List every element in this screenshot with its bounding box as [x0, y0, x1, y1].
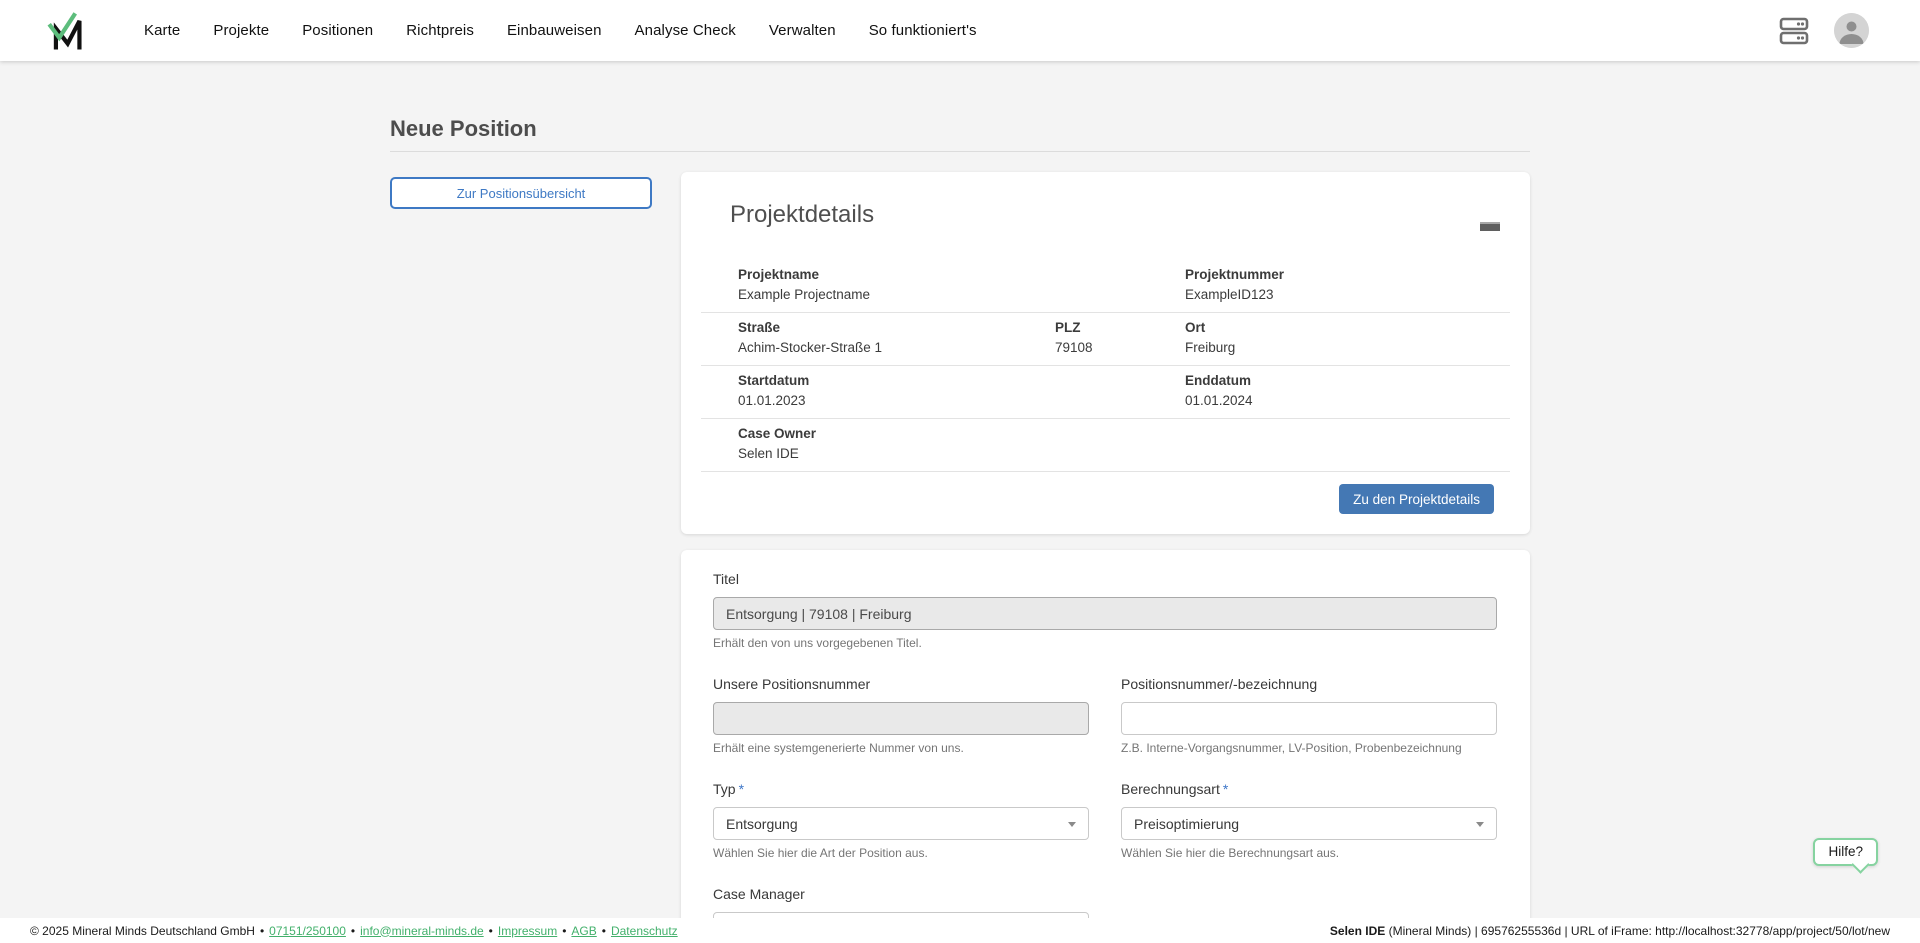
- user-avatar-icon[interactable]: [1834, 13, 1869, 48]
- footer-link-agb[interactable]: AGB: [571, 924, 596, 938]
- typ-helper: Wählen Sie hier die Art der Position aus…: [713, 846, 1089, 861]
- unsere-positionsnummer-helper: Erhält eine systemgenerierte Nummer von …: [713, 741, 1089, 756]
- startdatum-value: 01.01.2023: [738, 391, 1185, 410]
- berechnungsart-label: Berechnungsart*: [1121, 780, 1497, 798]
- footer-link-datenschutz[interactable]: Datenschutz: [611, 924, 678, 938]
- minus-collapse-icon[interactable]: [1480, 222, 1500, 231]
- project-card-title: Projektdetails: [730, 200, 1481, 230]
- required-asterisk: *: [1223, 781, 1228, 797]
- typ-label: Typ*: [713, 780, 1089, 798]
- table-row: Projektname Example Projectname Projektn…: [701, 260, 1510, 313]
- nav-item-einbauweisen[interactable]: Einbauweisen: [507, 22, 602, 39]
- typ-select[interactable]: Entsorgung: [713, 807, 1089, 840]
- chevron-down-icon: [1068, 822, 1076, 827]
- titel-label: Titel: [713, 570, 1497, 588]
- nav-item-karte[interactable]: Karte: [144, 22, 180, 39]
- footer-link-impressum[interactable]: Impressum: [498, 924, 557, 938]
- nav-item-analyse-check[interactable]: Analyse Check: [635, 22, 736, 39]
- page-title: Neue Position: [390, 116, 1530, 142]
- case-owner-label: Case Owner: [738, 424, 1185, 443]
- titel-input: [713, 597, 1497, 630]
- chevron-down-icon: [1476, 822, 1484, 827]
- projektname-label: Projektname: [738, 265, 1185, 284]
- berechnungsart-helper: Wählen Sie hier die Berechnungsart aus.: [1121, 846, 1497, 861]
- positionsnummer-input[interactable]: [1121, 702, 1497, 735]
- mineral-minds-logo[interactable]: [45, 10, 87, 52]
- strasse-value: Achim-Stocker-Straße 1: [738, 338, 1055, 357]
- nav-item-verwalten[interactable]: Verwalten: [769, 22, 836, 39]
- go-to-project-details-button[interactable]: Zu den Projektdetails: [1339, 484, 1494, 514]
- project-details-card: Projektdetails Projektname Example Proje…: [681, 172, 1530, 534]
- session-user: Selen IDE: [1330, 924, 1385, 938]
- session-details: (Mineral Minds) | 69576255536d | URL of …: [1385, 924, 1890, 938]
- nav-item-so-funktionierts[interactable]: So funktioniert's: [869, 22, 977, 39]
- main-content: Neue Position Zur Positionsübersicht Pro…: [0, 61, 1920, 943]
- top-navigation-bar: Karte Projekte Positionen Richtpreis Ein…: [0, 0, 1920, 61]
- required-asterisk: *: [739, 781, 744, 797]
- table-row: Straße Achim-Stocker-Straße 1 PLZ 79108 …: [701, 313, 1510, 366]
- footer-link-phone[interactable]: 07151/250100: [269, 924, 346, 938]
- plz-label: PLZ: [1055, 318, 1185, 337]
- enddatum-label: Enddatum: [1185, 371, 1510, 390]
- footer: © 2025 Mineral Minds Deutschland GmbH • …: [0, 918, 1920, 943]
- back-to-positions-button[interactable]: Zur Positionsübersicht: [390, 177, 652, 209]
- plz-value: 79108: [1055, 338, 1185, 357]
- enddatum-value: 01.01.2024: [1185, 391, 1510, 410]
- nav-item-projekte[interactable]: Projekte: [213, 22, 269, 39]
- typ-select-value: Entsorgung: [726, 816, 798, 832]
- positionsnummer-label: Positionsnummer/-bezeichnung: [1121, 675, 1497, 693]
- table-row: Case Owner Selen IDE: [701, 419, 1510, 472]
- unsere-positionsnummer-input: [713, 702, 1089, 735]
- project-details-table: Projektname Example Projectname Projektn…: [701, 260, 1510, 472]
- case-manager-label: Case Manager: [713, 885, 1089, 903]
- berechnungsart-select-value: Preisoptimierung: [1134, 816, 1239, 832]
- projektname-value: Example Projectname: [738, 285, 1185, 304]
- ort-label: Ort: [1185, 318, 1510, 337]
- unsere-positionsnummer-label: Unsere Positionsnummer: [713, 675, 1089, 693]
- help-button[interactable]: Hilfe?: [1813, 838, 1878, 866]
- position-form-card: Titel Erhält den von uns vorgegebenen Ti…: [681, 550, 1530, 943]
- case-owner-value: Selen IDE: [738, 444, 1185, 463]
- strasse-label: Straße: [738, 318, 1055, 337]
- footer-link-email[interactable]: info@mineral-minds.de: [360, 924, 484, 938]
- startdatum-label: Startdatum: [738, 371, 1185, 390]
- ort-value: Freiburg: [1185, 338, 1510, 357]
- server-icon[interactable]: [1779, 16, 1809, 46]
- copyright-text: © 2025 Mineral Minds Deutschland GmbH: [30, 924, 255, 938]
- berechnungsart-select[interactable]: Preisoptimierung: [1121, 807, 1497, 840]
- nav-item-richtpreis[interactable]: Richtpreis: [406, 22, 474, 39]
- projektnummer-label: Projektnummer: [1185, 265, 1510, 284]
- nav-item-positionen[interactable]: Positionen: [302, 22, 373, 39]
- session-info: Selen IDE (Mineral Minds) | 69576255536d…: [1330, 924, 1890, 938]
- table-row: Startdatum 01.01.2023 Enddatum 01.01.202…: [701, 366, 1510, 419]
- main-menu: Karte Projekte Positionen Richtpreis Ein…: [144, 22, 977, 39]
- projektnummer-value: ExampleID123: [1185, 285, 1510, 304]
- positionsnummer-helper: Z.B. Interne-Vorgangsnummer, LV-Position…: [1121, 741, 1497, 756]
- title-divider: [390, 151, 1530, 152]
- titel-helper: Erhält den von uns vorgegebenen Titel.: [713, 636, 1497, 651]
